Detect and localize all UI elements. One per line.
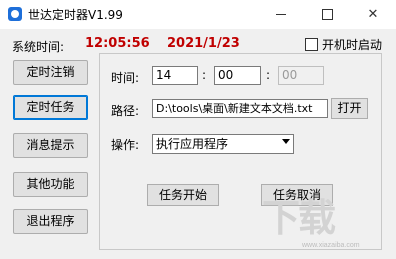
checkbox-box[interactable] [305, 38, 318, 51]
app-clock-icon [8, 7, 22, 21]
hour-input[interactable]: 14 [152, 66, 198, 85]
site-watermark: 下载 www.xiazaiba.com [262, 199, 382, 251]
close-icon: ✕ [367, 7, 379, 22]
maximize-icon [321, 9, 333, 20]
minimize-button[interactable] [258, 0, 304, 29]
second-input[interactable]: 00 [278, 66, 324, 85]
minute-input[interactable]: 00 [214, 66, 261, 85]
system-date-value: 2021/1/23 [167, 36, 240, 51]
open-button[interactable]: 打开 [331, 98, 368, 119]
task-start-button[interactable]: 任务开始 [147, 184, 219, 206]
exit-program-button[interactable]: 退出程序 [13, 209, 88, 234]
minute-second-separator: : [266, 68, 271, 82]
message-prompt-button[interactable]: 消息提示 [13, 133, 88, 158]
chevron-down-icon [282, 139, 290, 144]
watermark-logo: 下载 [262, 198, 336, 240]
path-input[interactable]: D:\tools\桌面\新建文本文档.txt [152, 99, 328, 118]
hour-minute-separator: : [202, 68, 207, 82]
path-label: 路径: [111, 104, 140, 118]
minimize-icon [276, 14, 286, 15]
system-time-value: 12:05:56 [85, 36, 150, 51]
window-title: 世达定时器V1.99 [28, 8, 123, 22]
title-bar: 世达定时器V1.99 ✕ [0, 0, 396, 29]
autostart-checkbox[interactable]: 开机时启动 [305, 36, 382, 53]
action-select[interactable]: 执行应用程序 [152, 134, 294, 154]
other-functions-button[interactable]: 其他功能 [13, 172, 88, 197]
system-time-label: 系统时间: [12, 40, 65, 54]
close-button[interactable]: ✕ [350, 0, 396, 29]
timed-logoff-button[interactable]: 定时注销 [13, 60, 88, 85]
action-selected-value: 执行应用程序 [156, 137, 229, 151]
watermark-text: www.xiazaiba.com [302, 242, 360, 249]
action-label: 操作: [111, 138, 140, 152]
time-label: 时间: [111, 71, 140, 85]
autostart-label: 开机时启动 [322, 38, 383, 52]
timed-task-button[interactable]: 定时任务 [13, 95, 88, 120]
maximize-button[interactable] [304, 0, 350, 29]
